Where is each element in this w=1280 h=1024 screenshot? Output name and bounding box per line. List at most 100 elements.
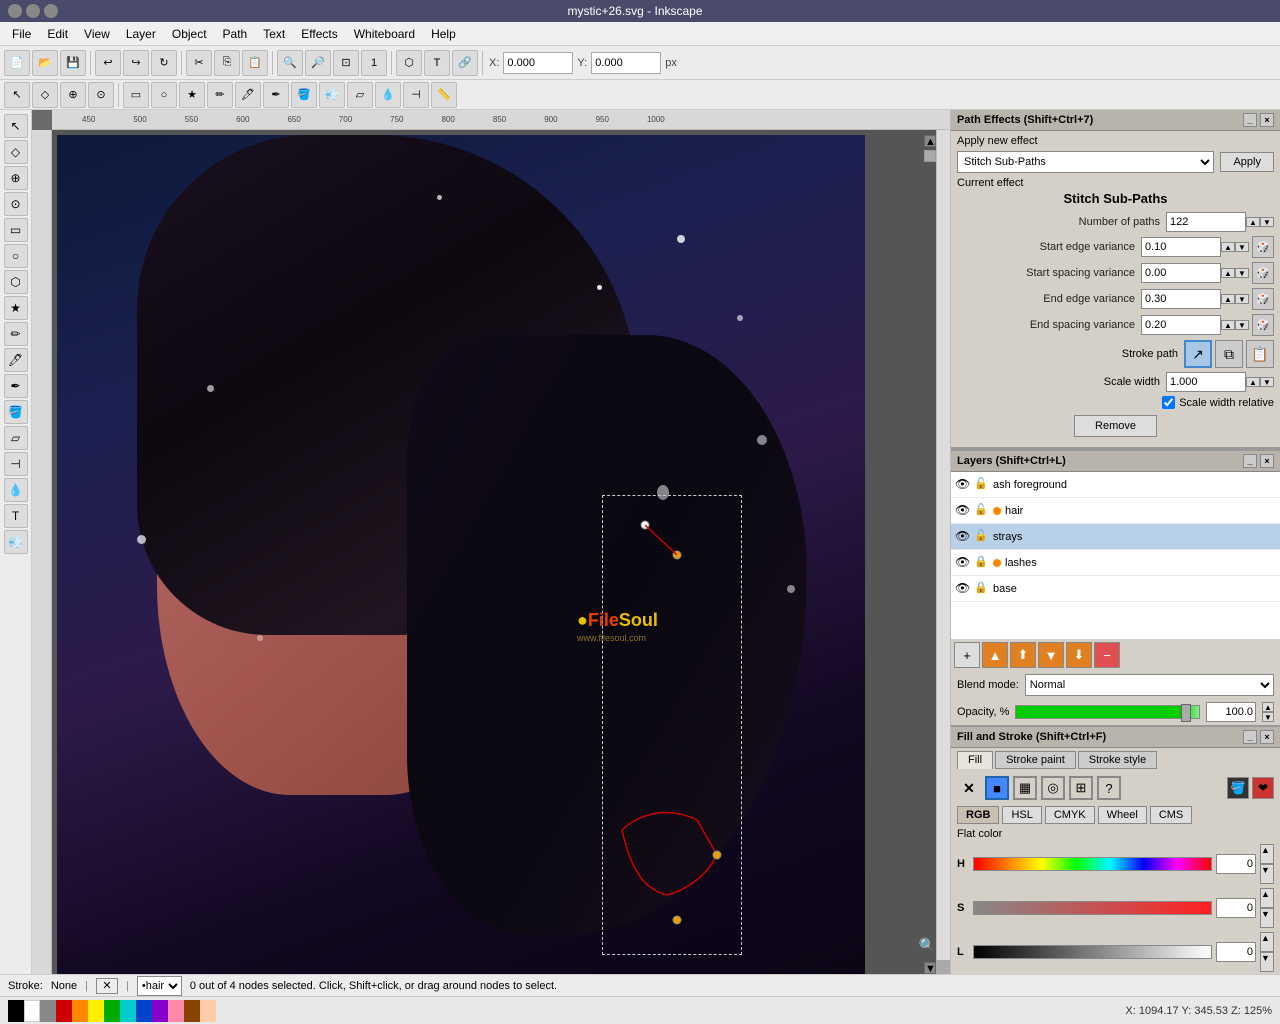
blend-mode-select[interactable]: Normal [1025, 674, 1274, 696]
layer-vis-base[interactable]: 👁 [955, 581, 971, 597]
end-edge-random-icon[interactable]: 🎲 [1252, 288, 1274, 310]
menu-effects[interactable]: Effects [293, 25, 345, 43]
fill-none-btn[interactable]: ✕ [957, 776, 981, 800]
scroll-thumb-v[interactable] [924, 150, 936, 162]
swatch-cyan[interactable] [120, 1000, 136, 1022]
bucket-btn[interactable]: 🪣 [291, 82, 317, 108]
s-spin-up[interactable]: ▲ [1260, 888, 1274, 908]
save-btn[interactable]: 💾 [60, 50, 86, 76]
zoom-icon[interactable]: 🔍 [919, 937, 936, 954]
zoom-out-btn[interactable]: 🔎 [305, 50, 331, 76]
canvas-background[interactable]: ●FileSoul www.filesoul.com ▲ ▼ 🔍 [52, 130, 950, 974]
spray-tool[interactable]: 💨 [4, 530, 28, 554]
num-paths-spin-down[interactable]: ▼ [1260, 217, 1274, 227]
star-btn[interactable]: ★ [179, 82, 205, 108]
text-tool-btn[interactable]: T [424, 50, 450, 76]
start-spacing-random-icon[interactable]: 🎲 [1252, 262, 1274, 284]
layer-lock-ash-foreground[interactable]: 🔓 [974, 477, 990, 493]
callig-tool[interactable]: ✒ [4, 374, 28, 398]
3d-box-tool[interactable]: ⬡ [4, 270, 28, 294]
start-edge-spin-down[interactable]: ▼ [1235, 242, 1249, 252]
menu-path[interactable]: Path [215, 25, 256, 43]
l-spin-up[interactable]: ▲ [1260, 932, 1274, 952]
fill-stroke-detach-btn[interactable]: _ [1243, 730, 1257, 744]
y-coord-input[interactable] [591, 52, 661, 74]
text-tool[interactable]: T [4, 504, 28, 528]
swatch-purple[interactable] [152, 1000, 168, 1022]
layer-row-base[interactable]: 👁 🔒 base [951, 576, 1280, 602]
layers-close-btn[interactable]: × [1260, 454, 1274, 468]
menu-layer[interactable]: Layer [118, 25, 164, 43]
layer-row-lashes[interactable]: 👁 🔒 lashes [951, 550, 1280, 576]
node-tool-btn[interactable]: ⬡ [396, 50, 422, 76]
scroll-up-btn[interactable]: ▲ [924, 135, 936, 147]
swatch-green[interactable] [104, 1000, 120, 1022]
scale-width-input[interactable] [1166, 372, 1246, 392]
scroll-down-btn[interactable]: ▼ [924, 962, 936, 974]
minimize-btn[interactable] [8, 4, 22, 18]
undo-btn[interactable]: ↩ [95, 50, 121, 76]
fill-flat-btn[interactable]: ■ [985, 776, 1009, 800]
swatch-blue[interactable] [136, 1000, 152, 1022]
maximize-btn[interactable] [26, 4, 40, 18]
l-channel-input[interactable] [1216, 942, 1256, 962]
stroke-swatch[interactable]: ✕ [96, 978, 118, 994]
opacity-spin-down[interactable]: ▼ [1262, 712, 1274, 722]
opacity-slider[interactable] [1015, 705, 1200, 719]
menu-text[interactable]: Text [255, 25, 293, 43]
layer-vis-hair[interactable]: 👁 [955, 503, 971, 519]
new-btn[interactable]: 📄 [4, 50, 30, 76]
redo2-btn[interactable]: ↻ [151, 50, 177, 76]
connector-tool[interactable]: ⊣ [4, 452, 28, 476]
zoom-tool[interactable]: ⊙ [4, 192, 28, 216]
fill-icon-1[interactable]: 🪣 [1227, 777, 1249, 799]
canvas-area[interactable]: 450 500 550 600 650 700 750 800 850 900 … [32, 110, 950, 974]
layer-row-hair[interactable]: 👁 🔓 hair [951, 498, 1280, 524]
rect-btn[interactable]: ▭ [123, 82, 149, 108]
circle-tool[interactable]: ○ [4, 244, 28, 268]
spray-btn[interactable]: 💨 [319, 82, 345, 108]
menu-help[interactable]: Help [423, 25, 464, 43]
connector-btn[interactable]: ⊣ [403, 82, 429, 108]
tweak-btn[interactable]: ⊕ [60, 82, 86, 108]
start-spacing-var-input[interactable] [1141, 263, 1221, 283]
window-controls[interactable] [8, 4, 58, 18]
layer-vis-ash-foreground[interactable]: 👁 [955, 477, 971, 493]
stroke-path-copy-icon[interactable]: ⧉ [1215, 340, 1243, 368]
start-spacing-spin-up[interactable]: ▲ [1221, 268, 1235, 278]
scale-width-spin-down[interactable]: ▼ [1260, 377, 1274, 387]
start-spacing-spin-down[interactable]: ▼ [1235, 268, 1249, 278]
x-coord-input[interactable] [503, 52, 573, 74]
start-edge-var-input[interactable] [1141, 237, 1221, 257]
gradient-btn[interactable]: ▱ [347, 82, 373, 108]
s-channel-slider[interactable] [973, 901, 1212, 915]
fill-linear-btn[interactable]: ▦ [1013, 776, 1037, 800]
num-paths-spin-up[interactable]: ▲ [1246, 217, 1260, 227]
color-mode-cms[interactable]: CMS [1150, 806, 1192, 824]
h-channel-slider[interactable] [973, 857, 1212, 871]
end-spacing-random-icon[interactable]: 🎲 [1252, 314, 1274, 336]
fill-stroke-close-btn[interactable]: × [1260, 730, 1274, 744]
opacity-value-input[interactable] [1206, 702, 1256, 722]
cut-btn[interactable]: ✂ [186, 50, 212, 76]
color-mode-hsl[interactable]: HSL [1002, 806, 1041, 824]
fill-pattern-btn[interactable]: ⊞ [1069, 776, 1093, 800]
layer-lock-base[interactable]: 🔒 [974, 581, 990, 597]
add-layer-btn[interactable]: + [954, 642, 980, 668]
s-spin-down[interactable]: ▼ [1260, 908, 1274, 928]
color-mode-wheel[interactable]: Wheel [1098, 806, 1147, 824]
measure-btn[interactable]: 📏 [431, 82, 457, 108]
swatch-orange[interactable] [72, 1000, 88, 1022]
end-spacing-spin-down[interactable]: ▼ [1235, 320, 1249, 330]
delete-layer-btn[interactable]: − [1094, 642, 1120, 668]
color-mode-rgb[interactable]: RGB [957, 806, 999, 824]
scale-width-relative-checkbox[interactable] [1162, 396, 1175, 409]
layer-lock-hair[interactable]: 🔓 [974, 503, 990, 519]
l-spin-down[interactable]: ▼ [1260, 952, 1274, 972]
tab-stroke-paint[interactable]: Stroke paint [995, 751, 1076, 769]
end-spacing-var-input[interactable] [1141, 315, 1221, 335]
tweak-tool[interactable]: ⊕ [4, 166, 28, 190]
layer-up2-btn[interactable]: ⬆ [1010, 642, 1036, 668]
layer-selector[interactable]: •hair [137, 976, 182, 996]
star-tool[interactable]: ★ [4, 296, 28, 320]
